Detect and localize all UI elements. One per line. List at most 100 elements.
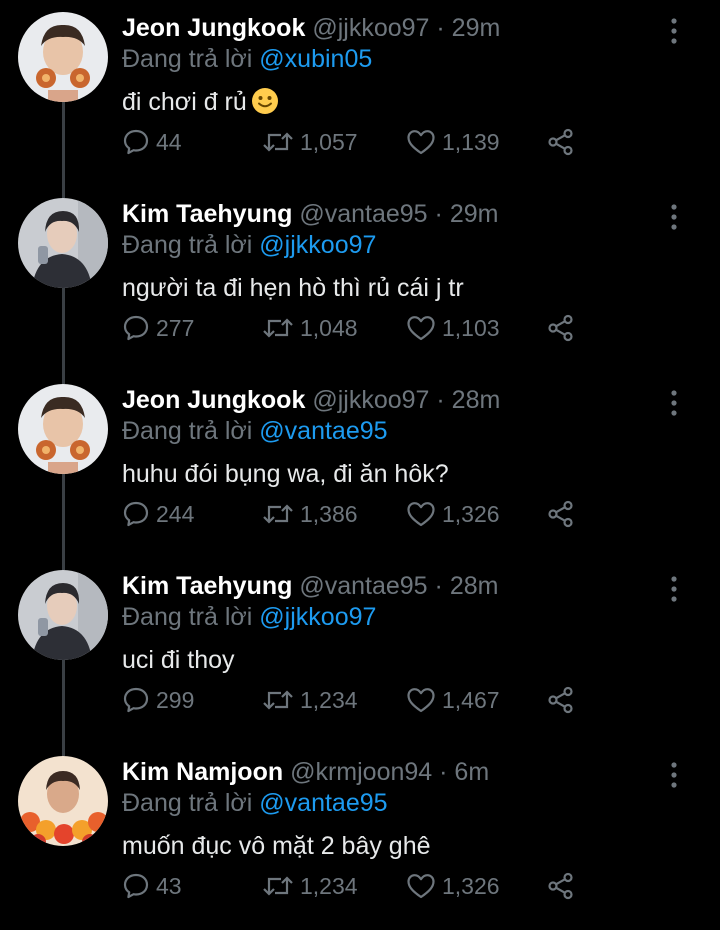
reply-button[interactable]: 43 (122, 870, 182, 902)
heart-icon (406, 872, 436, 900)
like-button[interactable]: 1,326 (406, 870, 500, 902)
timestamp[interactable]: 29m (452, 14, 501, 42)
like-count: 1,326 (442, 500, 500, 527)
username[interactable]: @jjkkoo97 (312, 386, 429, 414)
share-button[interactable] (547, 870, 575, 902)
tweet-header: Kim Taehyung @vantae95 · 29m (122, 198, 498, 230)
avatar-jungkook[interactable] (18, 384, 108, 474)
thread-line (62, 474, 65, 558)
retweet-icon (262, 314, 294, 342)
share-icon (547, 128, 575, 156)
username[interactable]: @vantae95 (299, 572, 427, 600)
replying-to-line: Đang trả lời @vantae95 (122, 787, 388, 819)
share-icon (547, 686, 575, 714)
retweet-button[interactable]: 1,057 (262, 126, 358, 158)
mention-link[interactable]: @jjkkoo97 (259, 603, 376, 631)
timestamp[interactable]: 28m (452, 386, 501, 414)
heart-icon (406, 500, 436, 528)
replying-to-line: Đang trả lời @jjkkoo97 (122, 601, 376, 633)
timestamp[interactable]: 6m (454, 758, 489, 786)
username[interactable]: @jjkkoo97 (312, 14, 429, 42)
like-button[interactable]: 1,103 (406, 312, 500, 344)
avatar-taehyung[interactable] (18, 198, 108, 288)
tweet-text-content: uci đi thoy (122, 646, 235, 674)
reply-button[interactable]: 299 (122, 684, 194, 716)
tweet-text-content: muốn đục vô mặt 2 bây ghê (122, 832, 431, 860)
separator-dot: · (436, 386, 445, 414)
retweet-count: 1,048 (300, 314, 358, 341)
reply-icon (122, 128, 150, 156)
tweet-header: Kim Taehyung @vantae95 · 28m (122, 570, 498, 602)
mention-link[interactable]: @vantae95 (259, 789, 387, 817)
retweet-count: 1,386 (300, 500, 358, 527)
username[interactable]: @krmjoon94 (290, 758, 432, 786)
tweet[interactable]: Kim Namjoon @krmjoon94 · 6m Đang trả lời… (0, 744, 720, 930)
like-button[interactable]: 1,326 (406, 498, 500, 530)
retweet-icon (262, 872, 294, 900)
tweet[interactable]: Jeon Jungkook @jjkkoo97 · 29m Đang trả l… (0, 0, 720, 186)
tweet-header: Jeon Jungkook @jjkkoo97 · 28m (122, 384, 500, 416)
separator-dot: · (434, 200, 443, 228)
thread-line (62, 558, 65, 570)
replying-prefix: Đang trả lời (122, 603, 253, 631)
tweet-text-content: huhu đói bụng wa, đi ăn hôk? (122, 460, 449, 488)
thread-line (62, 372, 65, 384)
tweet[interactable]: Jeon Jungkook @jjkkoo97 · 28m Đang trả l… (0, 372, 720, 558)
retweet-count: 1,234 (300, 872, 358, 899)
timestamp[interactable]: 29m (450, 200, 499, 228)
share-button[interactable] (547, 312, 575, 344)
reply-icon (122, 500, 150, 528)
tweet-text-content: đi chơi đ rủ (122, 88, 247, 116)
replying-to-line: Đang trả lời @jjkkoo97 (122, 229, 376, 261)
retweet-icon (262, 500, 294, 528)
avatar-namjoon[interactable] (18, 756, 108, 846)
share-button[interactable] (547, 684, 575, 716)
share-button[interactable] (547, 498, 575, 530)
retweet-button[interactable]: 1,048 (262, 312, 358, 344)
more-vertical-icon[interactable] (662, 574, 686, 604)
display-name[interactable]: Kim Taehyung (122, 200, 292, 228)
more-vertical-icon[interactable] (662, 388, 686, 418)
reply-button[interactable]: 277 (122, 312, 194, 344)
more-vertical-icon[interactable] (662, 760, 686, 790)
retweet-icon (262, 686, 294, 714)
replying-prefix: Đang trả lời (122, 789, 253, 817)
display-name[interactable]: Kim Namjoon (122, 758, 283, 786)
avatar-taehyung[interactable] (18, 570, 108, 660)
retweet-count: 1,234 (300, 686, 358, 713)
share-icon (547, 500, 575, 528)
heart-icon (406, 314, 436, 342)
mention-link[interactable]: @vantae95 (259, 417, 387, 445)
display-name[interactable]: Jeon Jungkook (122, 14, 305, 42)
tweet[interactable]: Kim Taehyung @vantae95 · 29m Đang trả lờ… (0, 186, 720, 372)
tweet[interactable]: Kim Taehyung @vantae95 · 28m Đang trả lờ… (0, 558, 720, 744)
retweet-button[interactable]: 1,234 (262, 684, 358, 716)
more-vertical-icon[interactable] (662, 16, 686, 46)
mention-link[interactable]: @jjkkoo97 (259, 231, 376, 259)
reply-count: 277 (156, 314, 195, 341)
reply-button[interactable]: 244 (122, 498, 194, 530)
retweet-button[interactable]: 1,386 (262, 498, 358, 530)
retweet-button[interactable]: 1,234 (262, 870, 358, 902)
like-button[interactable]: 1,467 (406, 684, 500, 716)
reply-count: 299 (156, 686, 195, 713)
username[interactable]: @vantae95 (299, 200, 427, 228)
thread-line (62, 660, 65, 744)
display-name[interactable]: Jeon Jungkook (122, 386, 305, 414)
share-button[interactable] (547, 126, 575, 158)
reply-button[interactable]: 44 (122, 126, 182, 158)
tweet-text: người ta đi hẹn hò thì rủ cái j tr (122, 272, 464, 304)
timestamp[interactable]: 28m (450, 572, 499, 600)
tweet-header: Jeon Jungkook @jjkkoo97 · 29m (122, 12, 500, 44)
avatar-jungkook[interactable] (18, 12, 108, 102)
more-vertical-icon[interactable] (662, 202, 686, 232)
display-name[interactable]: Kim Taehyung (122, 572, 292, 600)
replying-prefix: Đang trả lời (122, 45, 253, 73)
like-button[interactable]: 1,139 (406, 126, 500, 158)
share-icon (547, 314, 575, 342)
mention-link[interactable]: @xubin05 (259, 45, 372, 73)
tweet-actions: 244 1,386 1,326 (122, 498, 592, 530)
replying-prefix: Đang trả lời (122, 417, 253, 445)
replying-to-line: Đang trả lời @vantae95 (122, 415, 388, 447)
tweet-actions: 44 1,057 1,139 (122, 126, 592, 158)
